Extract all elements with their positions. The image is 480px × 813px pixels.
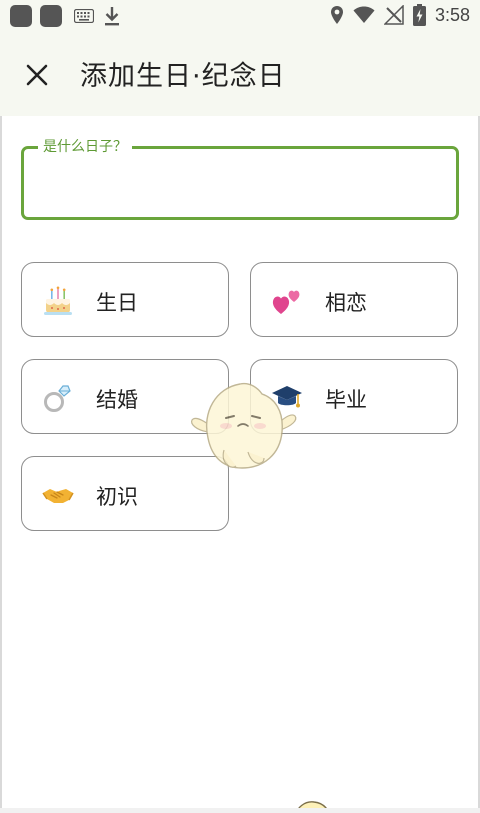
status-right: 3:58	[330, 4, 470, 26]
occasion-field[interactable]: 是什么日子？	[21, 138, 459, 220]
option-label: 初识	[96, 485, 138, 509]
battery-charging-icon	[412, 4, 426, 26]
left-border	[0, 116, 2, 813]
option-label: 相恋	[325, 291, 367, 315]
location-icon	[330, 6, 343, 24]
screen: 3:58 添加生日·纪念日 是什么日子？ 生日 相恋 结婚 毕业 初识	[0, 0, 480, 813]
status-left	[10, 5, 122, 27]
option-label: 生日	[96, 291, 138, 315]
app-icon	[40, 5, 62, 27]
handshake-icon	[42, 489, 74, 503]
download-icon	[105, 7, 119, 26]
ring-icon	[44, 385, 71, 412]
cake-icon	[44, 286, 72, 315]
clock-time: 3:58	[434, 4, 470, 25]
occasion-input[interactable]	[36, 165, 446, 201]
occasion-field-label: 是什么日子？	[38, 138, 132, 156]
page-title: 添加生日·纪念日	[80, 61, 286, 92]
option-love[interactable]: 相恋	[250, 262, 458, 337]
close-button[interactable]	[18, 56, 56, 94]
wifi-icon	[353, 6, 375, 23]
mascot-character	[191, 382, 297, 469]
app-icon	[10, 5, 32, 27]
no-signal-icon	[383, 5, 404, 25]
option-label: 结婚	[96, 388, 138, 412]
option-label: 毕业	[325, 388, 367, 412]
bottom-edge	[0, 808, 480, 813]
app-bar: 添加生日·纪念日	[0, 32, 480, 116]
close-icon	[26, 64, 48, 86]
keyboard-icon	[74, 9, 94, 23]
option-birthday[interactable]: 生日	[21, 262, 229, 337]
hearts-icon	[272, 290, 300, 314]
status-bar: 3:58	[0, 0, 480, 32]
